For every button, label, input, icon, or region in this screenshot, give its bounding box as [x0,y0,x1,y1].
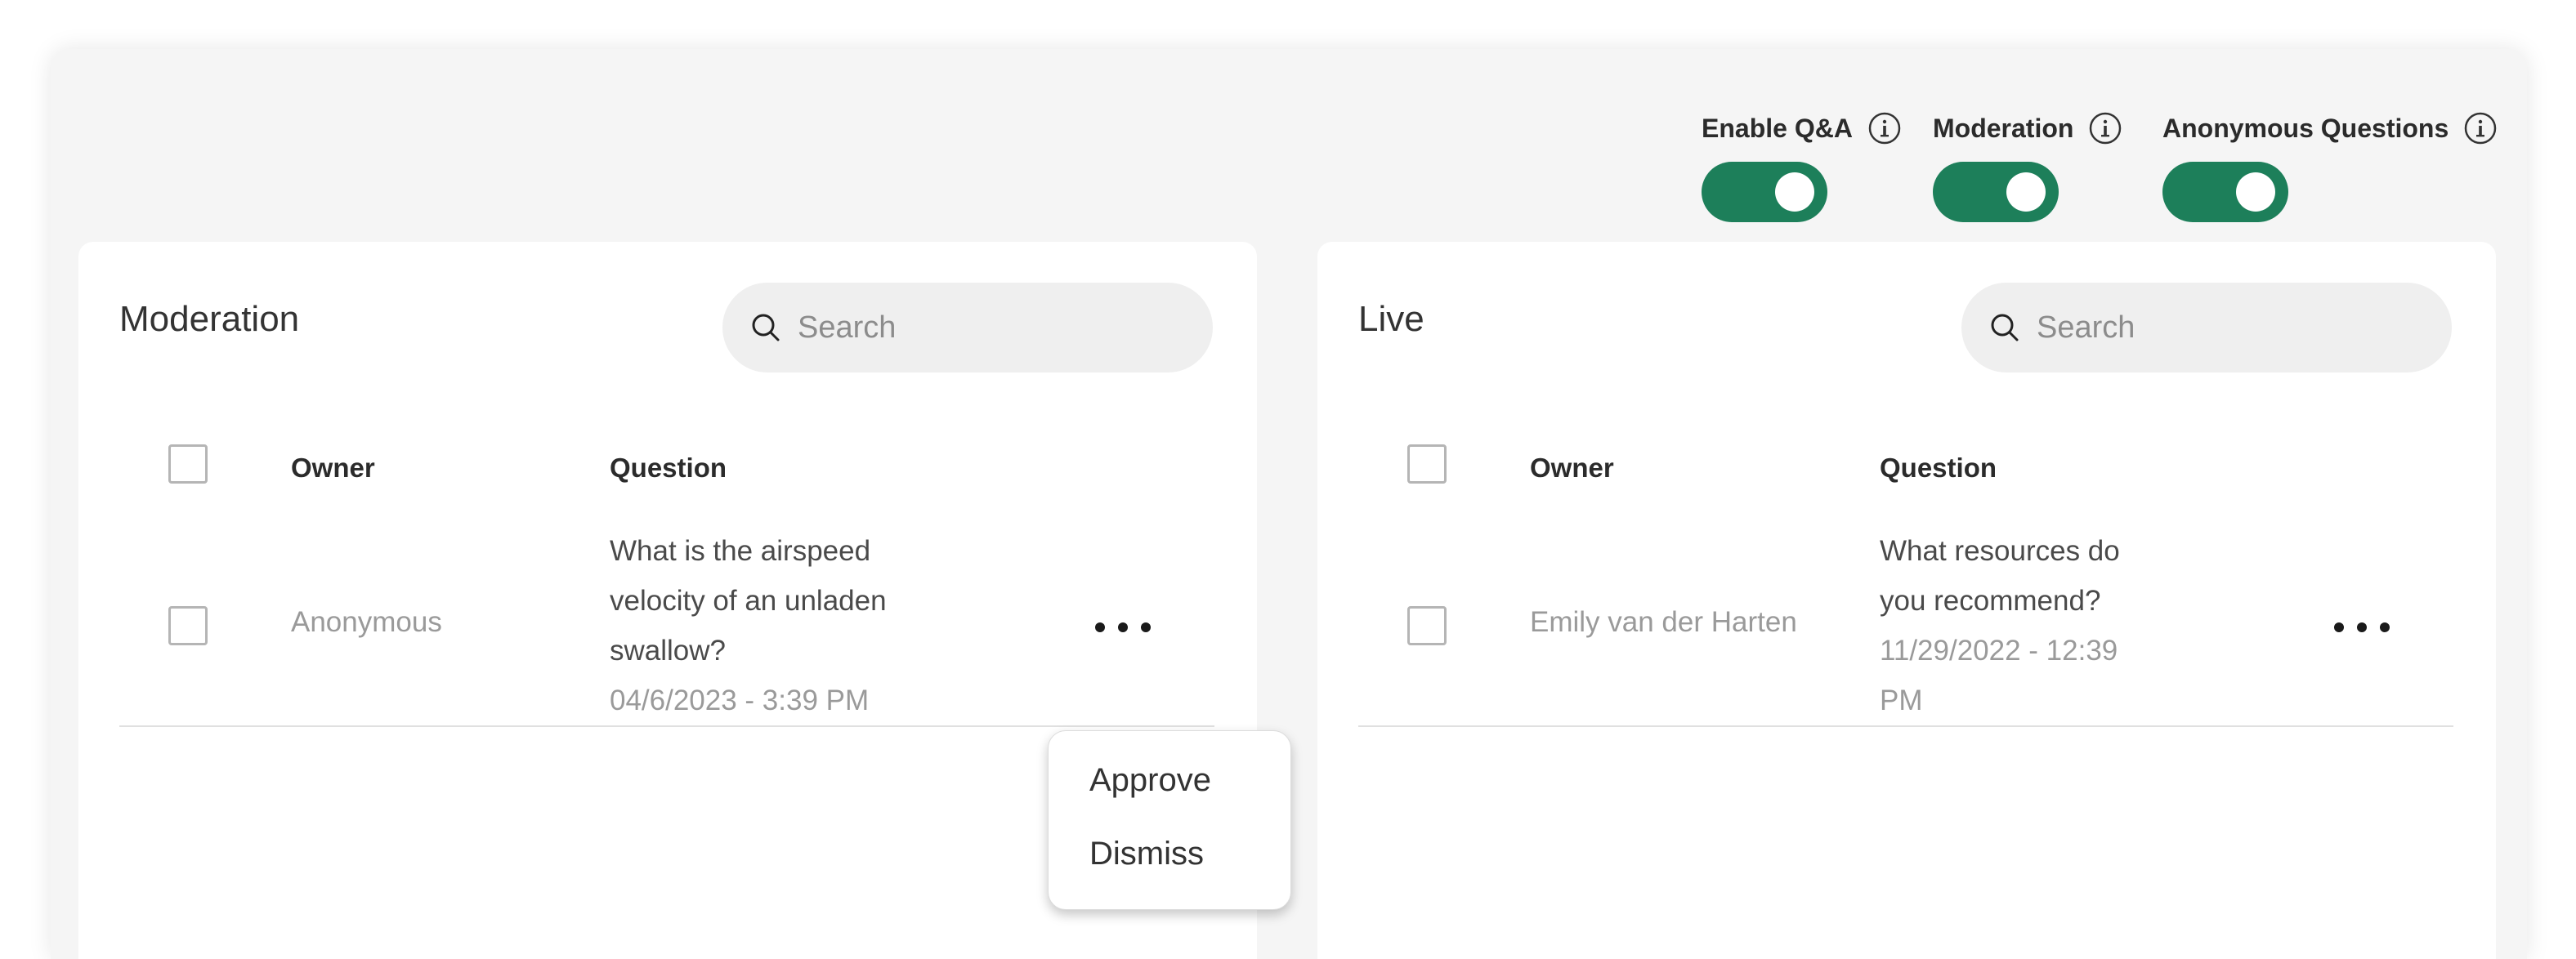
question-date: 04/6/2023 - 3:39 PM [610,685,870,716]
question-date: 11/29/2022 - 12:39 [1880,635,2118,667]
dot [1095,622,1105,632]
row-question: What resources do you recommend? 11/29/2… [1880,526,2198,725]
toggle-knob [2006,172,2046,212]
column-header-owner: Owner [1530,453,1614,483]
setting-anonymous-questions: Anonymous Questions [2162,108,2498,222]
search-icon [1988,310,2022,345]
more-options-button[interactable] [1090,611,1156,644]
moderation-toggle[interactable] [1933,162,2059,222]
question-line: What resources do [1880,535,2120,567]
panel-title: Moderation [119,299,300,339]
search-input[interactable]: Search [722,283,1213,372]
row-checkbox[interactable] [168,606,208,645]
setting-moderation: Moderation [1933,108,2122,222]
search-input[interactable]: Search [1961,283,2452,372]
info-icon[interactable] [2088,111,2122,145]
dot [2357,622,2367,632]
row-divider [1358,725,2453,727]
question-line: What is the airspeed [610,535,871,567]
row-checkbox[interactable] [1407,606,1447,645]
question-line: swallow? [610,635,726,667]
more-options-button[interactable] [2329,611,2395,644]
menu-item-approve[interactable]: Approve [1089,762,1211,799]
column-header-question: Question [610,453,727,483]
search-placeholder: Search [798,310,897,345]
menu-item-dismiss[interactable]: Dismiss [1089,836,1204,872]
toggle-knob [2236,172,2275,212]
row-divider [119,725,1214,727]
anonymous-questions-toggle[interactable] [2162,162,2288,222]
setting-label-moderation: Moderation [1933,113,2074,143]
toggle-knob [1775,172,1814,212]
setting-label-enable-qa: Enable Q&A [1702,113,1853,143]
question-line: velocity of an unladen [610,585,887,617]
select-all-checkbox[interactable] [168,444,208,484]
info-icon[interactable] [2463,111,2498,145]
row-actions-menu: Approve Dismiss [1048,730,1291,910]
live-panel: Live Search Owner Question Emily van der… [1317,242,2496,959]
panel-title: Live [1358,299,1424,339]
enable-qa-toggle[interactable] [1702,162,1827,222]
dot [2380,622,2390,632]
row-owner: Emily van der Harten [1530,606,1797,638]
search-placeholder: Search [2037,310,2135,345]
row-owner: Anonymous [291,606,442,638]
dot [2334,622,2344,632]
question-date: PM [1880,685,1923,716]
question-line: you recommend? [1880,585,2101,617]
search-icon [749,310,783,345]
select-all-checkbox[interactable] [1407,444,1447,484]
column-header-owner: Owner [291,453,375,483]
qa-settings-container: Enable Q&A Moderation Anonymous Question… [51,49,2527,959]
dot [1141,622,1151,632]
setting-enable-qa: Enable Q&A [1702,108,1902,222]
qa-settings-bar: Enable Q&A Moderation Anonymous Question… [51,108,2527,222]
info-icon[interactable] [1867,111,1902,145]
column-header-question: Question [1880,453,1997,483]
row-question: What is the airspeed velocity of an unla… [610,526,928,725]
setting-label-anonymous-questions: Anonymous Questions [2162,113,2449,143]
dot [1118,622,1128,632]
